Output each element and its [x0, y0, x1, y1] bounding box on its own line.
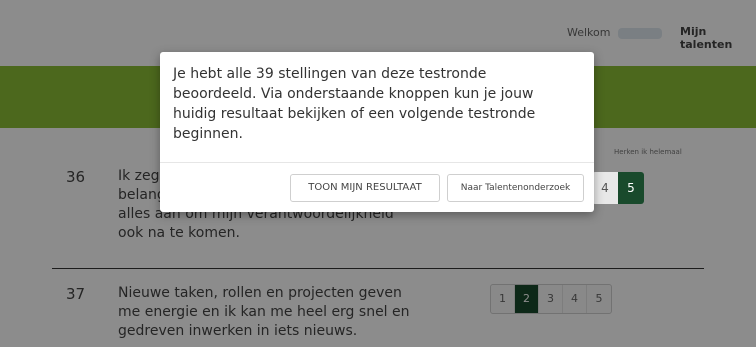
go-to-talent-survey-button[interactable]: Naar Talentenonderzoek [447, 174, 584, 202]
rating-scale-36: 4 5 [592, 172, 644, 204]
rating-option-5-selected[interactable]: 5 [618, 172, 644, 204]
show-result-button[interactable]: TOON MIJN RESULTAAT [290, 174, 440, 202]
dialog-divider [160, 162, 594, 163]
rating-option-4[interactable]: 4 [592, 172, 618, 204]
completion-dialog: Je hebt alle 39 stellingen van deze test… [160, 52, 594, 212]
dialog-message: Je hebt alle 39 stellingen van deze test… [173, 66, 536, 142]
